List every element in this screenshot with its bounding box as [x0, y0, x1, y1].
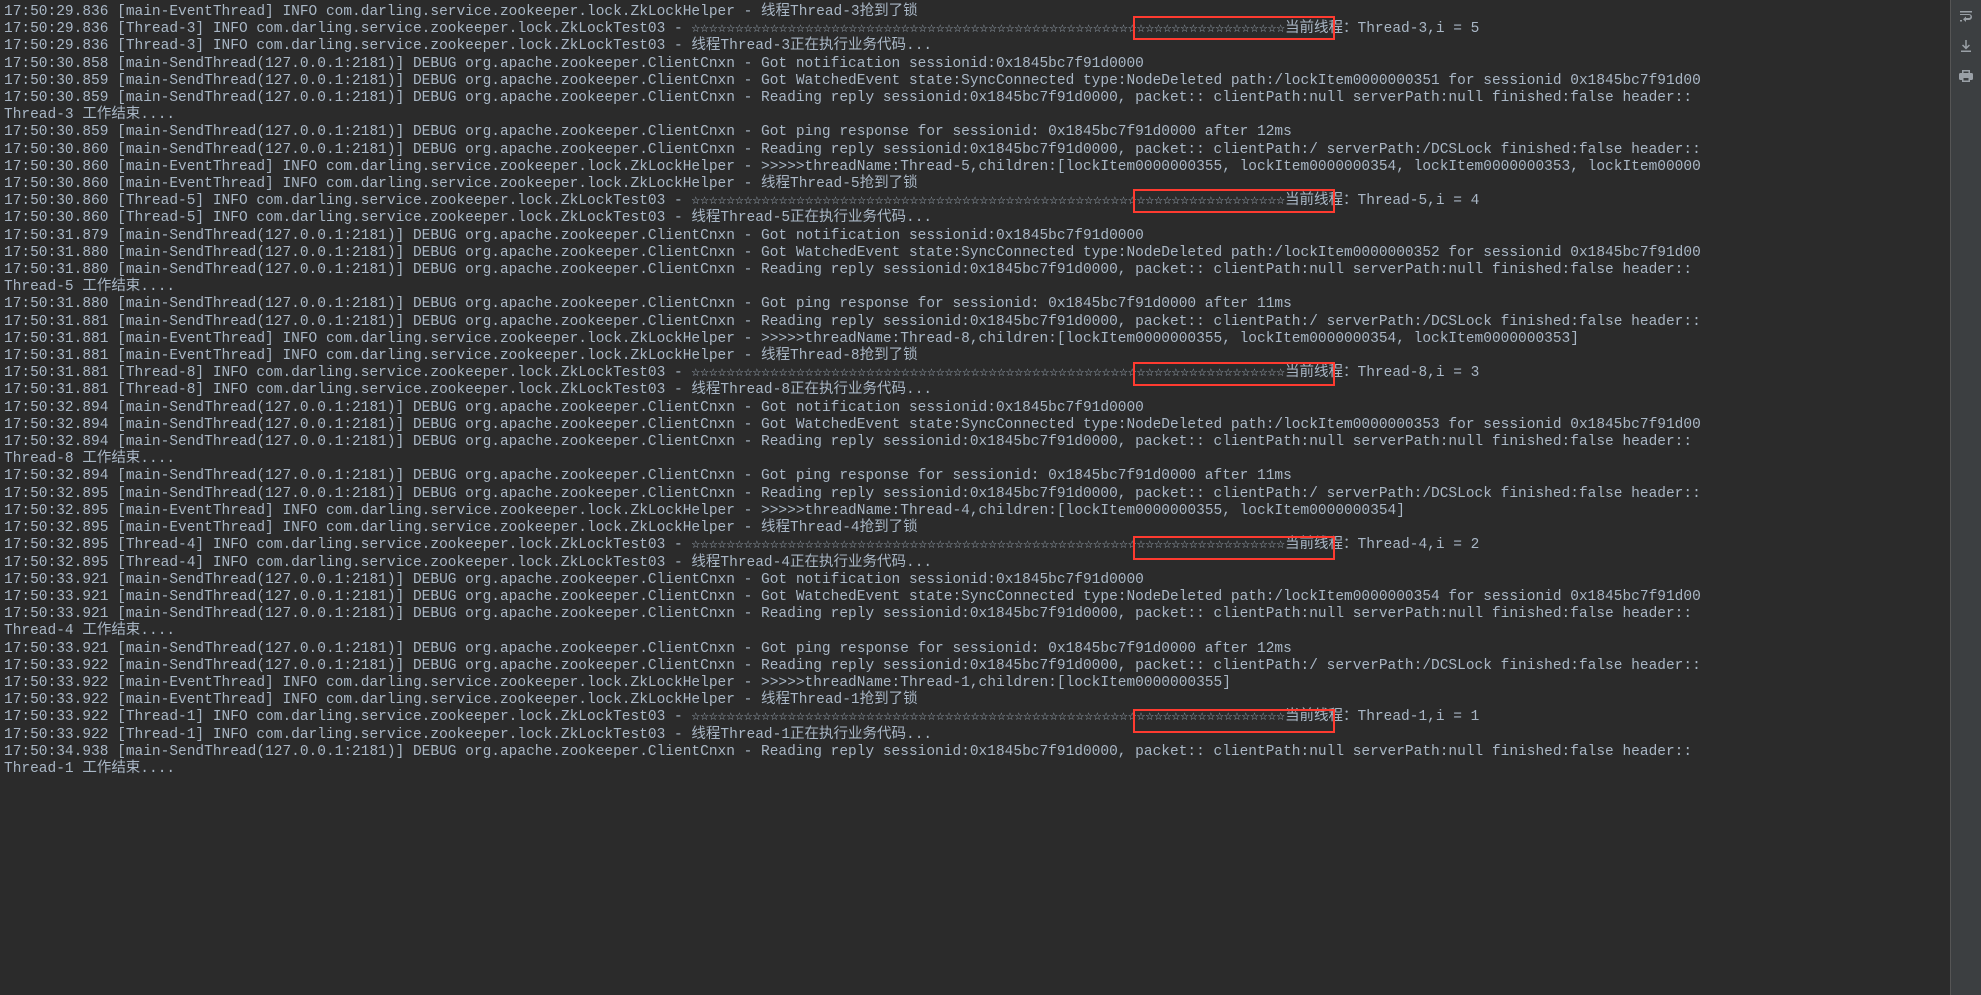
right-gutter — [1950, 0, 1981, 995]
print-icon[interactable] — [1956, 66, 1976, 86]
log-line: 17:50:33.921 [main-SendThread(127.0.0.1:… — [4, 589, 1950, 606]
scroll-to-end-icon[interactable] — [1956, 36, 1976, 56]
log-line: 17:50:32.894 [main-SendThread(127.0.0.1:… — [4, 400, 1950, 417]
log-line: 17:50:31.881 [Thread-8] INFO com.darling… — [4, 365, 1950, 382]
log-line: 17:50:33.921 [main-SendThread(127.0.0.1:… — [4, 606, 1950, 623]
log-line: 17:50:30.860 [main-EventThread] INFO com… — [4, 176, 1950, 193]
log-line: 17:50:30.860 [Thread-5] INFO com.darling… — [4, 193, 1950, 210]
log-line: 17:50:32.895 [main-EventThread] INFO com… — [4, 520, 1950, 537]
log-line: 17:50:34.938 [main-SendThread(127.0.0.1:… — [4, 744, 1950, 761]
log-line: 17:50:32.895 [main-SendThread(127.0.0.1:… — [4, 486, 1950, 503]
log-line: Thread-8 工作结束.... — [4, 451, 1950, 468]
log-line: 17:50:33.922 [main-EventThread] INFO com… — [4, 692, 1950, 709]
log-line: 17:50:30.860 [main-EventThread] INFO com… — [4, 159, 1950, 176]
log-line: 17:50:31.881 [main-EventThread] INFO com… — [4, 331, 1950, 348]
log-line: 17:50:32.895 [main-EventThread] INFO com… — [4, 503, 1950, 520]
log-line: 17:50:32.894 [main-SendThread(127.0.0.1:… — [4, 417, 1950, 434]
log-line: 17:50:33.922 [Thread-1] INFO com.darling… — [4, 709, 1950, 726]
log-line: Thread-3 工作结束.... — [4, 107, 1950, 124]
log-line: 17:50:29.836 [Thread-3] INFO com.darling… — [4, 21, 1950, 38]
log-line: 17:50:31.881 [Thread-8] INFO com.darling… — [4, 382, 1950, 399]
log-line: 17:50:31.881 [main-SendThread(127.0.0.1:… — [4, 314, 1950, 331]
log-line: 17:50:33.922 [main-EventThread] INFO com… — [4, 675, 1950, 692]
log-line: 17:50:33.922 [main-SendThread(127.0.0.1:… — [4, 658, 1950, 675]
log-line: 17:50:31.880 [main-SendThread(127.0.0.1:… — [4, 262, 1950, 279]
log-line: 17:50:32.895 [Thread-4] INFO com.darling… — [4, 537, 1950, 554]
log-line: 17:50:29.836 [main-EventThread] INFO com… — [4, 4, 1950, 21]
log-line: 17:50:32.894 [main-SendThread(127.0.0.1:… — [4, 468, 1950, 485]
log-line: 17:50:30.859 [main-SendThread(127.0.0.1:… — [4, 90, 1950, 107]
log-line: 17:50:31.880 [main-SendThread(127.0.0.1:… — [4, 245, 1950, 262]
log-line: 17:50:29.836 [Thread-3] INFO com.darling… — [4, 38, 1950, 55]
log-line: 17:50:33.922 [Thread-1] INFO com.darling… — [4, 727, 1950, 744]
log-line: 17:50:30.859 [main-SendThread(127.0.0.1:… — [4, 73, 1950, 90]
log-line: 17:50:31.881 [main-EventThread] INFO com… — [4, 348, 1950, 365]
log-line: 17:50:33.921 [main-SendThread(127.0.0.1:… — [4, 641, 1950, 658]
log-line: 17:50:32.895 [Thread-4] INFO com.darling… — [4, 555, 1950, 572]
log-line: 17:50:31.879 [main-SendThread(127.0.0.1:… — [4, 228, 1950, 245]
log-line: 17:50:30.860 [Thread-5] INFO com.darling… — [4, 210, 1950, 227]
log-line: 17:50:30.860 [main-SendThread(127.0.0.1:… — [4, 142, 1950, 159]
log-line: 17:50:33.921 [main-SendThread(127.0.0.1:… — [4, 572, 1950, 589]
log-line: Thread-4 工作结束.... — [4, 623, 1950, 640]
log-line: 17:50:30.859 [main-SendThread(127.0.0.1:… — [4, 124, 1950, 141]
log-line: Thread-1 工作结束.... — [4, 761, 1950, 778]
log-line: 17:50:31.880 [main-SendThread(127.0.0.1:… — [4, 296, 1950, 313]
soft-wrap-icon[interactable] — [1956, 6, 1976, 26]
console-log-area[interactable]: 17:50:29.836 [main-EventThread] INFO com… — [0, 0, 1950, 995]
log-line: 17:50:30.858 [main-SendThread(127.0.0.1:… — [4, 56, 1950, 73]
log-line: 17:50:32.894 [main-SendThread(127.0.0.1:… — [4, 434, 1950, 451]
log-line: Thread-5 工作结束.... — [4, 279, 1950, 296]
